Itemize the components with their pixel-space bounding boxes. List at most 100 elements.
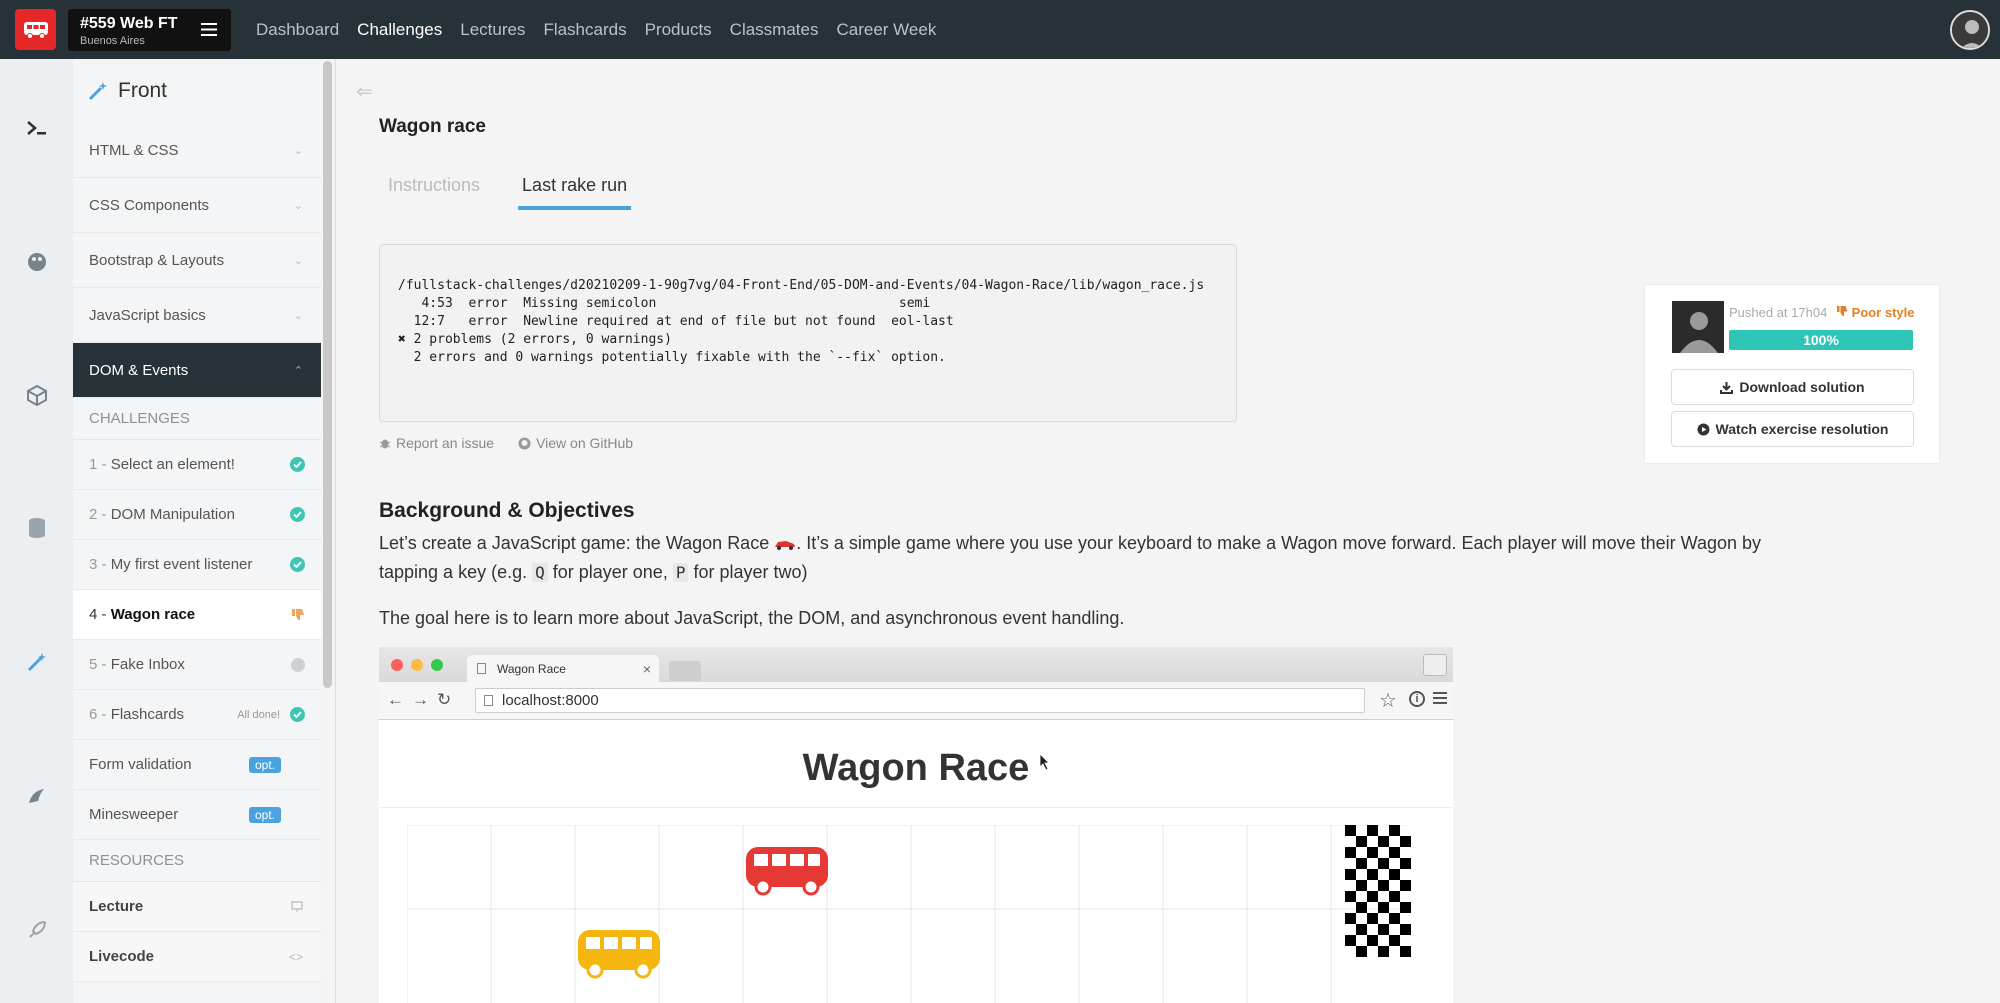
- section-bootstrap-layouts[interactable]: Bootstrap & Layouts ⌄: [73, 233, 321, 288]
- user-avatar-icon: [1952, 12, 1988, 48]
- text: for player two): [688, 562, 808, 582]
- top-navbar: #559 Web FT Buenos Aires Dashboard Chall…: [0, 0, 2000, 59]
- yellow-wagon-icon: [578, 930, 660, 979]
- user-avatar[interactable]: [1950, 10, 1990, 50]
- challenge-links: Report an issue View on GitHub: [379, 435, 657, 451]
- watch-resolution-button[interactable]: Watch exercise resolution: [1671, 411, 1914, 447]
- challenge-item-select-element[interactable]: 1 - Select an element!: [73, 440, 321, 490]
- maximize-dot-icon: [431, 658, 443, 671]
- rake-output-console: /fullstack-challenges/d20210209-1-90g7vg…: [379, 244, 1237, 422]
- challenge-item-dom-manipulation[interactable]: 2 - DOM Manipulation: [73, 490, 321, 540]
- chevron-up-icon: ⌃: [293, 364, 303, 377]
- sidebar-scrollbar[interactable]: [323, 61, 332, 688]
- wagon-race-screenshot: Wagon Race × ←→↻ localhost:8000 ☆ i Wago…: [379, 647, 1453, 1003]
- browser-nav-icons: ←→↻: [387, 690, 460, 709]
- resource-lecture[interactable]: Lecture: [73, 882, 321, 932]
- cube-icon[interactable]: [24, 382, 50, 408]
- challenge-label: Select an element!: [110, 456, 235, 473]
- download-solution-button[interactable]: Download solution: [1671, 369, 1914, 405]
- section-label: Bootstrap & Layouts: [89, 251, 225, 269]
- close-dot-icon: [391, 658, 403, 671]
- play-circle-icon: [1697, 423, 1709, 435]
- nav-dashboard[interactable]: Dashboard: [256, 20, 339, 40]
- student-avatar: [1672, 301, 1724, 353]
- resource-livecode[interactable]: Livecode <>: [73, 932, 321, 982]
- page-title: Wagon race: [379, 116, 486, 137]
- nav-lectures[interactable]: Lectures: [460, 20, 525, 40]
- checker-square: [1400, 946, 1411, 957]
- checker-square: [1345, 869, 1356, 880]
- terminal-icon[interactable]: [24, 115, 50, 141]
- hamburger-menu-icon[interactable]: [201, 22, 217, 36]
- checker-square: [1389, 825, 1400, 836]
- challenge-sidebar: Front HTML & CSS ⌄ CSS Components ⌄ Bootst…: [73, 59, 321, 1003]
- console-line: 4:53 error Missing semicolon semi: [398, 296, 931, 311]
- challenge-item-wagon-race[interactable]: 4 - Wagon race: [73, 590, 321, 640]
- batch-switcher[interactable]: #559 Web FT Buenos Aires: [68, 8, 231, 51]
- github-link[interactable]: View on GitHub: [518, 435, 633, 451]
- key-p: P: [672, 563, 689, 582]
- challenge-label: My first event listener: [110, 556, 253, 573]
- batch-city: Buenos Aires: [80, 34, 145, 47]
- challenge-item-fake-inbox[interactable]: 5 - Fake Inbox: [73, 640, 321, 690]
- browser-tabstrip: Wagon Race ×: [379, 647, 1453, 682]
- optional-badge: opt.: [248, 756, 281, 773]
- report-issue-link[interactable]: Report an issue: [379, 435, 494, 451]
- section-dom-events[interactable]: DOM & Events ⌃: [73, 343, 321, 398]
- database-icon[interactable]: [24, 515, 50, 541]
- le-wagon-logo[interactable]: [15, 9, 56, 50]
- game-title: Wagon Race: [802, 747, 1030, 789]
- checker-square: [1356, 924, 1367, 935]
- checker-square: [1367, 935, 1378, 946]
- magic-wand-icon[interactable]: [24, 649, 50, 675]
- checker-square: [1356, 858, 1367, 869]
- github-icon: [518, 437, 531, 449]
- nav-challenges[interactable]: Challenges: [357, 20, 442, 40]
- challenge-number: 2 -: [89, 506, 111, 523]
- challenge-item-flashcards[interactable]: 6 - Flashcards All done!: [73, 690, 321, 740]
- page-icon: [477, 663, 486, 674]
- console-line: 12:7 error Newline required at end of fi…: [398, 314, 954, 329]
- main-nav: Dashboard Challenges Lectures Flashcards…: [256, 20, 954, 40]
- main-content: ⇐ Wagon race Instructions Last rake run …: [336, 59, 2000, 1003]
- rails-icon[interactable]: [24, 783, 50, 809]
- profile-icon: [1423, 654, 1447, 676]
- browser-toolbar: ←→↻ localhost:8000 ☆ i: [379, 682, 1453, 720]
- address-bar: localhost:8000: [475, 688, 1365, 713]
- nav-products[interactable]: Products: [645, 20, 712, 40]
- all-done-label: All done!: [237, 708, 280, 721]
- poor-style-label: Poor style: [1851, 305, 1915, 320]
- rocket-icon[interactable]: [24, 917, 50, 943]
- ruby-palette-icon[interactable]: [24, 249, 50, 275]
- section-javascript-basics[interactable]: JavaScript basics ⌄: [73, 288, 321, 343]
- section-label: JavaScript basics: [89, 306, 206, 324]
- tab-instructions[interactable]: Instructions: [384, 175, 484, 210]
- game-divider: [379, 807, 1453, 808]
- collapse-arrow-icon[interactable]: ⇐: [356, 79, 373, 104]
- checker-square: [1367, 847, 1378, 858]
- check-circle-icon: [290, 457, 305, 472]
- checker-square: [1356, 836, 1367, 847]
- challenge-item-minesweeper[interactable]: Minesweeper opt.: [73, 790, 321, 840]
- console-line: 2 errors and 0 warnings potentially fixa…: [398, 350, 946, 365]
- section-css-components[interactable]: CSS Components ⌄: [73, 178, 321, 233]
- checker-square: [1356, 946, 1367, 957]
- checker-square: [1345, 935, 1356, 946]
- intro-paragraph: Let’s create a JavaScript game: the Wago…: [379, 529, 1779, 587]
- challenge-item-first-event-listener[interactable]: 3 - My first event listener: [73, 540, 321, 590]
- module-rail: [0, 59, 73, 1003]
- checker-square: [1389, 869, 1400, 880]
- nav-career-week[interactable]: Career Week: [836, 20, 936, 40]
- challenge-label: Form validation: [89, 756, 192, 773]
- chevron-down-icon: ⌄: [293, 309, 303, 322]
- challenge-item-form-validation[interactable]: Form validation opt.: [73, 740, 321, 790]
- watch-resolution-label: Watch exercise resolution: [1715, 421, 1889, 437]
- checker-square: [1389, 935, 1400, 946]
- tab-last-rake-run[interactable]: Last rake run: [518, 175, 632, 210]
- nav-classmates[interactable]: Classmates: [730, 20, 819, 40]
- checker-square: [1356, 902, 1367, 913]
- checker-square: [1345, 913, 1356, 924]
- nav-flashcards[interactable]: Flashcards: [543, 20, 626, 40]
- page-icon: [484, 695, 493, 706]
- section-html-css[interactable]: HTML & CSS ⌄: [73, 123, 321, 178]
